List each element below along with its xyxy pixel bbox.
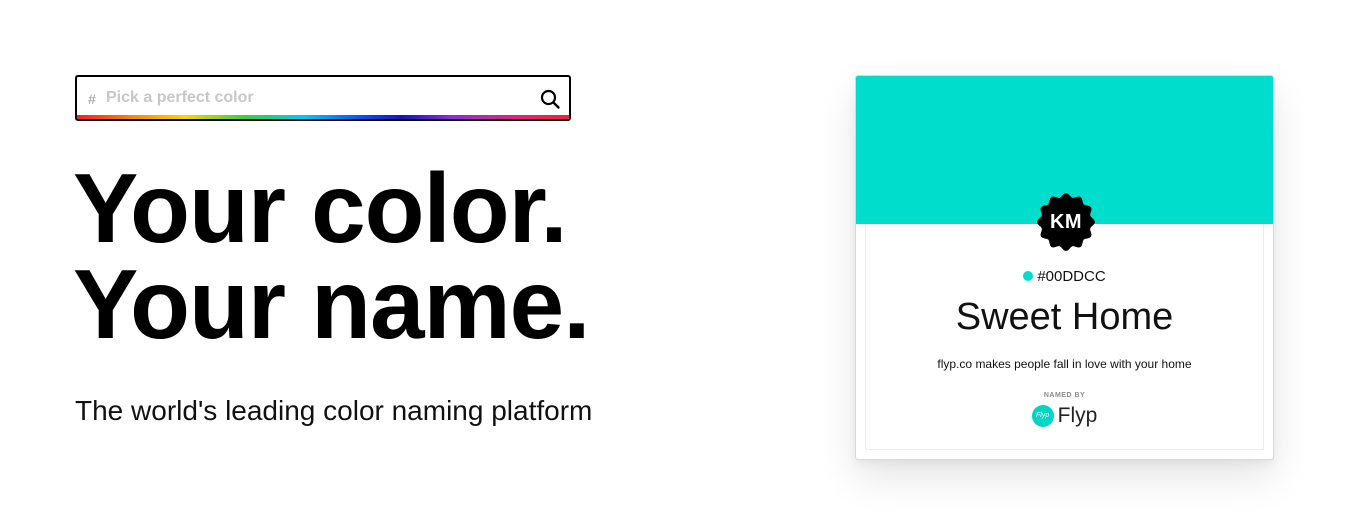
hash-prefix: # [88,91,96,107]
hex-code: #00DDCC [1037,268,1106,285]
search-icon[interactable] [539,88,561,110]
hex-code-row: #00DDCC [856,268,1273,285]
hero-subtitle: The world's leading color naming platfor… [75,395,593,426]
badge-initials: KM [1049,211,1083,233]
page: # Your color. Your name. The world's lea… [0,0,1349,527]
brand-name: Flyp [1057,404,1098,427]
color-dot-icon [1023,271,1034,281]
user-badge[interactable]: KM [1036,192,1096,252]
color-tagline: flyp.co makes people fall in love with y… [937,357,1192,371]
color-search-box[interactable]: # [75,75,571,121]
rainbow-underline [77,115,569,119]
headline-line-2: Your name. [73,249,590,359]
color-card[interactable]: KM #00DDCC Sweet Home flyp.co makes peop… [855,75,1274,460]
hero-headline: Your color. Your name. [73,153,590,359]
flyp-logo-icon: Flyp [1031,405,1054,427]
named-by-label: NAMED BY [1043,392,1086,399]
headline-line-1: Your color. [73,153,568,263]
color-search-input[interactable] [106,85,526,111]
brand-link[interactable]: Flyp Flyp [856,404,1273,428]
color-name: Sweet Home [955,296,1174,338]
